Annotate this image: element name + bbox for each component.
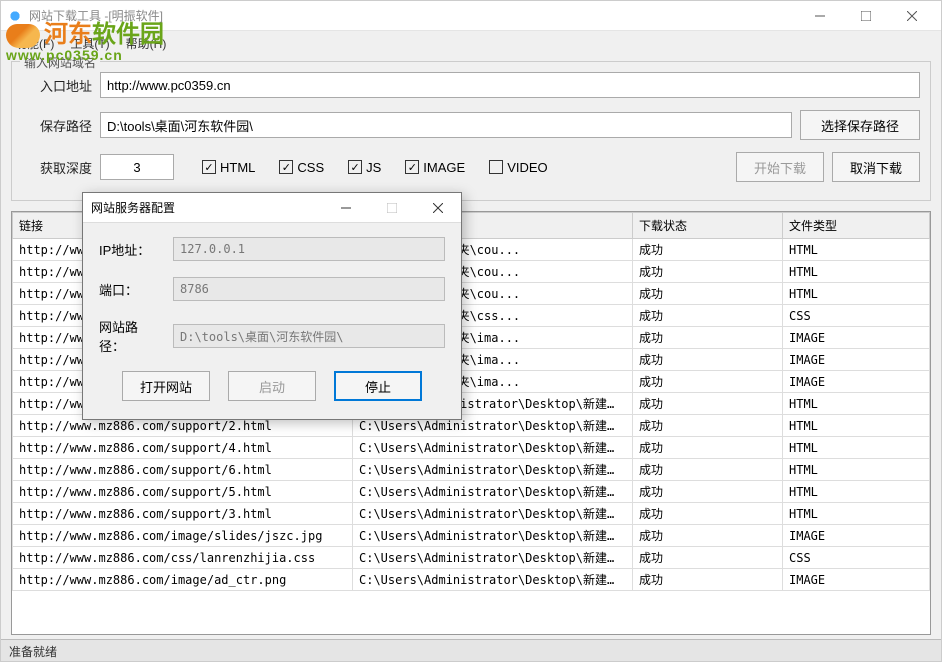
cell-status: 成功 xyxy=(633,547,783,569)
cell-status: 成功 xyxy=(633,327,783,349)
cell-status: 成功 xyxy=(633,503,783,525)
webpath-label: 网站路径： xyxy=(99,317,163,355)
window-title: 网站下载工具 -[明振软件] xyxy=(29,7,797,24)
port-label: 端口： xyxy=(99,280,163,299)
cell-link: http://www.mz886.com/support/3.html xyxy=(13,503,353,525)
webpath-input xyxy=(173,324,445,348)
table-row[interactable]: http://www.mz886.com/image/slides/jszc.j… xyxy=(13,525,930,547)
entry-label: 入口地址 xyxy=(22,76,92,95)
cell-type: HTML xyxy=(783,261,930,283)
th-status[interactable]: 下载状态 xyxy=(633,213,783,239)
cb-css[interactable]: ✓CSS xyxy=(279,160,324,175)
cell-status: 成功 xyxy=(633,569,783,591)
cell-link: http://www.mz886.com/css/lanrenzhijia.cs… xyxy=(13,547,353,569)
table-row[interactable]: http://www.mz886.com/support/3.htmlC:\Us… xyxy=(13,503,930,525)
th-type[interactable]: 文件类型 xyxy=(783,213,930,239)
cb-js[interactable]: ✓JS xyxy=(348,160,381,175)
start-download-button[interactable]: 开始下载 xyxy=(736,152,824,182)
cb-image[interactable]: ✓IMAGE xyxy=(405,160,465,175)
save-path-input[interactable] xyxy=(100,112,792,138)
menubar: 功能(F) 工具(T) 帮助(H) xyxy=(1,31,941,55)
cell-type: CSS xyxy=(783,305,930,327)
config-group: 输入网站域名 入口地址 保存路径 选择保存路径 获取深度 ✓HTML ✓CSS … xyxy=(11,61,931,201)
cb-video[interactable]: VIDEO xyxy=(489,160,547,175)
menu-tool[interactable]: 工具(T) xyxy=(62,31,117,56)
cell-link: http://www.mz886.com/image/ad_ctr.png xyxy=(13,569,353,591)
cell-status: 成功 xyxy=(633,239,783,261)
config-legend: 输入网站域名 xyxy=(20,54,100,71)
open-site-button[interactable]: 打开网站 xyxy=(122,371,210,401)
cell-path: C:\Users\Administrator\Desktop\新建文件夹\ima… xyxy=(353,525,633,547)
cell-type: IMAGE xyxy=(783,525,930,547)
depth-label: 获取深度 xyxy=(22,158,92,177)
cell-type: HTML xyxy=(783,393,930,415)
table-row[interactable]: http://www.mz886.com/css/lanrenzhijia.cs… xyxy=(13,547,930,569)
cell-status: 成功 xyxy=(633,283,783,305)
ip-label: IP地址： xyxy=(99,240,163,259)
table-row[interactable]: http://www.mz886.com/support/6.htmlC:\Us… xyxy=(13,459,930,481)
menu-help[interactable]: 帮助(H) xyxy=(118,31,175,56)
cell-status: 成功 xyxy=(633,459,783,481)
cell-link: http://www.mz886.com/support/4.html xyxy=(13,437,353,459)
cell-type: IMAGE xyxy=(783,569,930,591)
choose-path-button[interactable]: 选择保存路径 xyxy=(800,110,920,140)
cell-type: HTML xyxy=(783,481,930,503)
cell-type: IMAGE xyxy=(783,349,930,371)
cell-path: C:\Users\Administrator\Desktop\新建文件夹\sup… xyxy=(353,437,633,459)
statusbar: 准备就绪 xyxy=(1,639,941,661)
cell-status: 成功 xyxy=(633,525,783,547)
cell-path: C:\Users\Administrator\Desktop\新建文件夹\sup… xyxy=(353,503,633,525)
cell-type: HTML xyxy=(783,239,930,261)
app-icon xyxy=(7,8,23,24)
cell-type: HTML xyxy=(783,415,930,437)
cell-path: C:\Users\Administrator\Desktop\新建文件夹\sup… xyxy=(353,459,633,481)
cell-type: HTML xyxy=(783,283,930,305)
cell-status: 成功 xyxy=(633,437,783,459)
table-row[interactable]: http://www.mz886.com/image/ad_ctr.pngC:\… xyxy=(13,569,930,591)
menu-func[interactable]: 功能(F) xyxy=(7,31,62,56)
ip-input xyxy=(173,237,445,261)
close-button[interactable] xyxy=(889,1,935,31)
cell-status: 成功 xyxy=(633,349,783,371)
main-titlebar: 网站下载工具 -[明振软件] xyxy=(1,1,941,31)
stop-server-button[interactable]: 停止 xyxy=(334,371,422,401)
server-config-dialog: 网站服务器配置 IP地址： 端口： 网站路径： 打开网站 启动 停止 xyxy=(82,192,462,420)
cell-type: HTML xyxy=(783,437,930,459)
table-row[interactable]: http://www.mz886.com/support/4.htmlC:\Us… xyxy=(13,437,930,459)
cell-link: http://www.mz886.com/support/6.html xyxy=(13,459,353,481)
cell-path: C:\Users\Administrator\Desktop\新建文件夹\ima… xyxy=(353,569,633,591)
cell-path: C:\Users\Administrator\Desktop\新建文件夹\css… xyxy=(353,547,633,569)
cell-type: CSS xyxy=(783,547,930,569)
entry-url-input[interactable] xyxy=(100,72,920,98)
cell-type: IMAGE xyxy=(783,327,930,349)
start-server-button[interactable]: 启动 xyxy=(228,371,316,401)
port-input xyxy=(173,277,445,301)
table-row[interactable]: http://www.mz886.com/support/5.htmlC:\Us… xyxy=(13,481,930,503)
dialog-minimize-button[interactable] xyxy=(323,193,369,223)
cell-type: HTML xyxy=(783,459,930,481)
cell-type: IMAGE xyxy=(783,371,930,393)
cell-status: 成功 xyxy=(633,371,783,393)
cancel-download-button[interactable]: 取消下载 xyxy=(832,152,920,182)
cell-type: HTML xyxy=(783,503,930,525)
cell-status: 成功 xyxy=(633,261,783,283)
cell-status: 成功 xyxy=(633,415,783,437)
cell-link: http://www.mz886.com/support/5.html xyxy=(13,481,353,503)
maximize-button[interactable] xyxy=(843,1,889,31)
cell-status: 成功 xyxy=(633,305,783,327)
dialog-maximize-button xyxy=(369,193,415,223)
minimize-button[interactable] xyxy=(797,1,843,31)
cell-status: 成功 xyxy=(633,393,783,415)
depth-input[interactable] xyxy=(100,154,174,180)
cell-status: 成功 xyxy=(633,481,783,503)
cell-link: http://www.mz886.com/image/slides/jszc.j… xyxy=(13,525,353,547)
cb-html[interactable]: ✓HTML xyxy=(202,160,255,175)
save-path-label: 保存路径 xyxy=(22,116,92,135)
dialog-close-button[interactable] xyxy=(415,193,461,223)
cell-path: C:\Users\Administrator\Desktop\新建文件夹\sup… xyxy=(353,481,633,503)
dialog-title: 网站服务器配置 xyxy=(83,199,323,216)
